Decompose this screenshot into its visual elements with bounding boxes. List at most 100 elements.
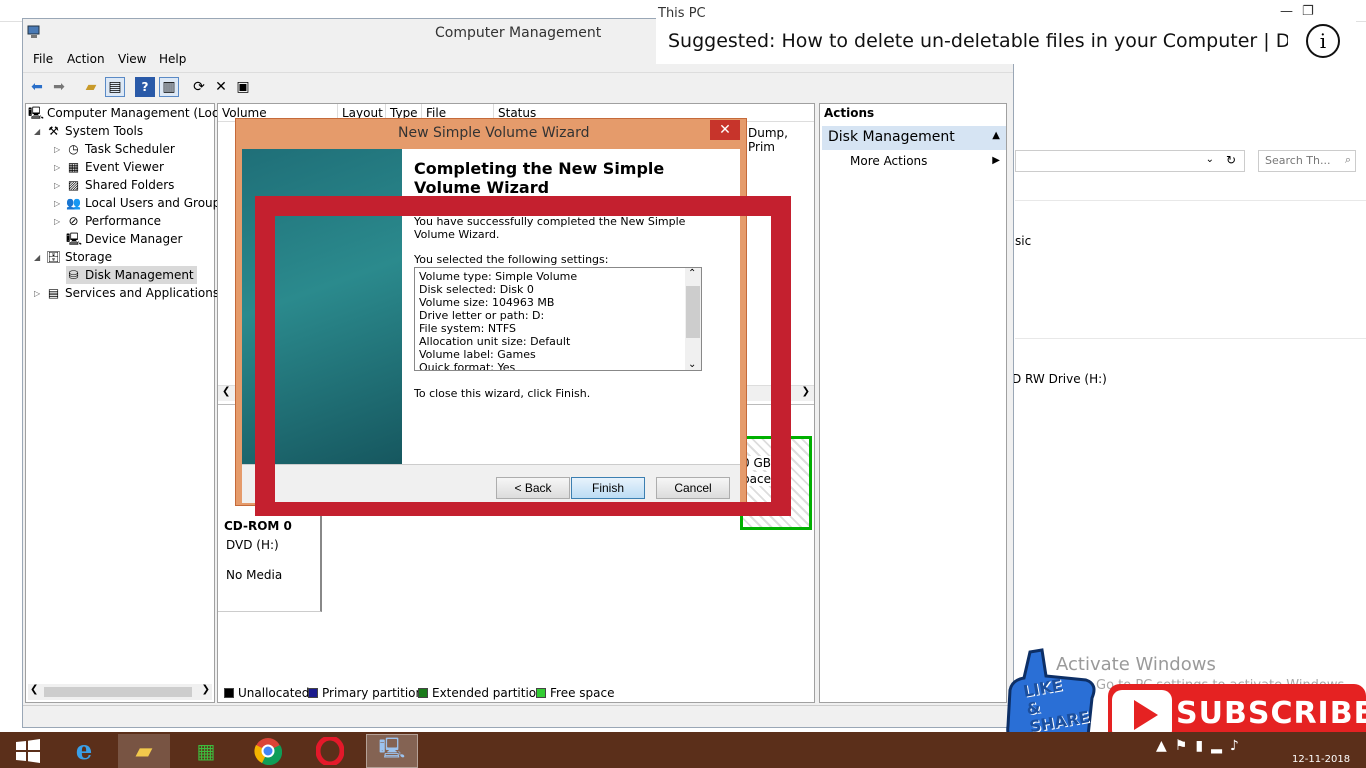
properties-icon[interactable]: ▣: [233, 77, 253, 97]
network-icon[interactable]: ▮: [1195, 738, 1203, 754]
tree-item-system-tools[interactable]: ◢ ⚒ System Tools: [34, 122, 143, 140]
navigation-tree: 🖳 Computer Management (Local ◢ ⚒ System …: [25, 103, 229, 703]
info-icon[interactable]: i: [1306, 24, 1340, 58]
internet-explorer-icon: e: [75, 736, 93, 766]
legend-extended: Extended partition: [418, 686, 544, 700]
collapsed-arrow-icon[interactable]: ▷: [54, 181, 62, 190]
taskbar-internet-explorer[interactable]: e: [58, 734, 110, 768]
dvd-drive-label[interactable]: D RW Drive (H:): [1012, 372, 1107, 386]
play-triangle-icon: [1134, 700, 1158, 730]
taskbar-computer-management[interactable]: 🖳: [366, 734, 418, 768]
actions-title: Actions: [824, 106, 875, 120]
taskbar-opera[interactable]: [304, 734, 356, 768]
actions-section-disk-management[interactable]: Disk Management ▲: [822, 126, 1006, 150]
suggested-video-text[interactable]: Suggested: How to delete un-deletable fi…: [668, 30, 1288, 52]
collapsed-arrow-icon[interactable]: ▷: [54, 217, 62, 226]
more-actions-item[interactable]: More Actions ▶: [850, 154, 1000, 168]
address-bar[interactable]: ⌄ ↻: [1015, 150, 1245, 172]
tree-item-local-users[interactable]: ▷ 👥 Local Users and Groups: [54, 194, 227, 212]
chevron-down-icon[interactable]: ⌄: [1206, 154, 1214, 165]
status-cell: Dump, Prim: [748, 126, 788, 154]
menu-view[interactable]: View: [118, 52, 146, 66]
scrollbar-thumb[interactable]: [44, 687, 192, 697]
minimize-icon[interactable]: —: [1280, 4, 1293, 19]
file-explorer-icon: ▰: [135, 738, 153, 764]
start-button[interactable]: [2, 734, 54, 768]
tree-item-storage[interactable]: ◢ 🗄 Storage: [34, 248, 112, 266]
submenu-arrow-icon: ▶: [992, 155, 1000, 166]
action-center-icon[interactable]: ⚑: [1175, 738, 1188, 754]
scroll-right-icon[interactable]: ❯: [202, 684, 210, 695]
disk-icon: ⛁: [68, 267, 79, 282]
actions-pane: Actions Disk Management ▲ More Actions ▶: [819, 103, 1007, 703]
collapsed-arrow-icon[interactable]: ▷: [34, 289, 42, 298]
scroll-right-icon[interactable]: ❯: [802, 386, 810, 397]
legend-free-space: Free space: [536, 686, 614, 700]
show-hide-tree-icon[interactable]: ▤: [105, 77, 125, 97]
legend-swatch: [536, 688, 546, 698]
help-icon[interactable]: ?: [135, 77, 155, 97]
tree-horizontal-scrollbar[interactable]: ❮ ❯: [28, 684, 212, 700]
tree-item-computer-management[interactable]: 🖳 Computer Management (Local: [28, 104, 229, 122]
tree-item-task-scheduler[interactable]: ▷ ◷ Task Scheduler: [54, 140, 175, 158]
tree-item-performance[interactable]: ▷ ⊘ Performance: [54, 212, 161, 230]
collapsed-arrow-icon[interactable]: ▷: [54, 163, 62, 172]
divider: [1015, 200, 1366, 201]
menu-action[interactable]: Action: [67, 52, 105, 66]
services-icon: ▤: [47, 285, 60, 300]
menu-help[interactable]: Help: [159, 52, 186, 66]
tray-expand-icon[interactable]: ▲: [1156, 738, 1167, 754]
chrome-icon: [254, 738, 282, 765]
store-icon: ▦: [196, 739, 216, 763]
clock-date[interactable]: 12-11-2018: [1292, 754, 1350, 765]
close-icon[interactable]: ✕: [710, 120, 740, 140]
cdrom-name: CD-ROM 0: [224, 519, 292, 533]
tree-item-disk-management[interactable]: ⛁ Disk Management: [66, 266, 197, 284]
collapsed-arrow-icon[interactable]: ▷: [54, 145, 62, 154]
refresh-icon[interactable]: ⟳: [189, 77, 209, 97]
computer-icon: 🖳: [28, 105, 45, 120]
taskbar-chrome[interactable]: [242, 734, 294, 768]
show-action-pane-icon[interactable]: ▥: [159, 77, 179, 97]
legend-swatch: [308, 688, 318, 698]
tools-icon: ⚒: [48, 123, 59, 138]
tree-item-services-applications[interactable]: ▷ ▤ Services and Applications: [34, 284, 219, 302]
subscribe-text: SUBSCRIBE: [1176, 696, 1366, 731]
refresh-icon[interactable]: ↻: [1226, 153, 1236, 167]
expanded-arrow-icon[interactable]: ◢: [34, 253, 42, 262]
menu-file[interactable]: File: [33, 52, 53, 66]
computer-management-icon: 🖳: [378, 736, 406, 760]
signal-icon[interactable]: ▂: [1211, 738, 1222, 754]
background-text: sic: [1015, 234, 1032, 248]
scroll-left-icon[interactable]: ❮: [30, 684, 38, 695]
taskbar-file-explorer[interactable]: ▰: [118, 734, 170, 768]
maximize-icon[interactable]: ❐: [1302, 4, 1314, 19]
up-folder-icon[interactable]: ▰: [81, 77, 101, 97]
tree-item-event-viewer[interactable]: ▷ ▦ Event Viewer: [54, 158, 164, 176]
expanded-arrow-icon[interactable]: ◢: [34, 127, 42, 136]
wizard-heading: Completing the New Simple Volume Wizard: [414, 159, 665, 197]
collapsed-arrow-icon[interactable]: ▷: [54, 199, 62, 208]
suggested-video-banner[interactable]: Suggested: How to delete un-deletable fi…: [656, 18, 1356, 64]
taskbar-store[interactable]: ▦: [180, 734, 232, 768]
scroll-left-icon[interactable]: ❮: [222, 386, 230, 397]
device-manager-icon: 🖳: [66, 231, 83, 246]
system-tray: ▲ ⚑ ▮ ▂ ♪: [1156, 738, 1239, 754]
users-icon: 👥: [66, 195, 81, 210]
tree-item-device-manager[interactable]: 🖳 Device Manager: [66, 230, 182, 248]
toolbar: ⬅ ➡ ▰ ▤ ? ▥ ⟳ ✕ ▣: [23, 72, 1013, 100]
search-placeholder: Search Th...: [1265, 154, 1331, 167]
delete-icon[interactable]: ✕: [211, 77, 231, 97]
legend-swatch: [418, 688, 428, 698]
search-input[interactable]: Search Th... ⌕: [1258, 150, 1356, 172]
wizard-title: New Simple Volume Wizard: [398, 125, 590, 141]
storage-icon: 🗄: [46, 249, 62, 264]
volume-icon[interactable]: ♪: [1230, 738, 1239, 754]
wizard-titlebar: New Simple Volume Wizard ✕: [236, 119, 746, 147]
event-viewer-icon: ▦: [67, 159, 80, 174]
collapse-up-icon[interactable]: ▲: [992, 130, 1000, 141]
forward-arrow-icon[interactable]: ➡: [49, 77, 69, 97]
tree-item-shared-folders[interactable]: ▷ ▨ Shared Folders: [54, 176, 174, 194]
clock-icon: ◷: [68, 141, 79, 156]
back-arrow-icon[interactable]: ⬅: [27, 77, 47, 97]
